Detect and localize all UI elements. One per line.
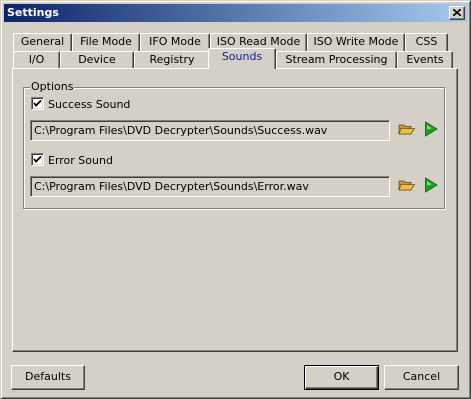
success-sound-label[interactable]: Success Sound xyxy=(48,98,130,111)
tab-label: Registry xyxy=(149,53,195,66)
folder-open-icon xyxy=(398,124,416,135)
error-sound-label[interactable]: Error Sound xyxy=(48,154,113,167)
close-button[interactable] xyxy=(449,6,465,20)
tab-general[interactable]: General xyxy=(13,33,72,51)
tab-label: I/O xyxy=(28,53,45,66)
tab-label: IFO Mode xyxy=(149,35,201,48)
tab-iso-write-mode[interactable]: ISO Write Mode xyxy=(307,33,405,51)
success-sound-checkbox[interactable] xyxy=(31,97,44,110)
tab-label: Device xyxy=(78,53,116,66)
checkmark-icon xyxy=(33,155,42,163)
tab-label: Events xyxy=(406,53,444,66)
tab-sounds[interactable]: Sounds xyxy=(208,48,276,69)
active-tab-join xyxy=(210,68,274,70)
success-browse-button[interactable] xyxy=(398,121,416,140)
folder-open-icon xyxy=(398,180,416,191)
play-icon xyxy=(425,121,438,137)
play-icon xyxy=(425,177,438,193)
error-sound-checkbox[interactable] xyxy=(31,153,44,166)
window-title: Settings xyxy=(7,6,59,19)
tab-events[interactable]: Events xyxy=(397,51,453,69)
success-play-button[interactable] xyxy=(424,121,438,140)
tab-css[interactable]: CSS xyxy=(405,33,448,51)
error-play-button[interactable] xyxy=(424,177,438,196)
checkmark-icon xyxy=(33,99,42,107)
tab-label: CSS xyxy=(415,35,438,48)
error-browse-button[interactable] xyxy=(398,177,416,196)
title-bar[interactable]: Settings xyxy=(4,4,467,22)
tab-stream-processing[interactable]: Stream Processing xyxy=(276,51,397,69)
success-sound-path-field[interactable]: C:\Program Files\DVD Decrypter\Sounds\Su… xyxy=(30,120,390,141)
tab-label: Stream Processing xyxy=(285,53,388,66)
tab-label: General xyxy=(20,35,65,48)
tab-label: File Mode xyxy=(80,35,132,48)
tab-registry[interactable]: Registry xyxy=(134,51,210,69)
cancel-button[interactable]: Cancel xyxy=(384,365,459,390)
tab-file-mode[interactable]: File Mode xyxy=(72,33,140,51)
tab-label: Sounds xyxy=(221,50,263,63)
tab-device[interactable]: Device xyxy=(60,51,134,69)
error-sound-path-field[interactable]: C:\Program Files\DVD Decrypter\Sounds\Er… xyxy=(30,176,390,197)
tab-ifo-mode[interactable]: IFO Mode xyxy=(140,33,210,51)
ok-button[interactable]: OK xyxy=(304,365,379,390)
tab-label: ISO Read Mode xyxy=(216,35,301,48)
options-group-label: Options xyxy=(30,80,75,93)
tab-io[interactable]: I/O xyxy=(13,51,60,69)
defaults-button[interactable]: Defaults xyxy=(11,365,85,390)
close-icon xyxy=(453,9,461,16)
tab-label: ISO Write Mode xyxy=(313,35,399,48)
